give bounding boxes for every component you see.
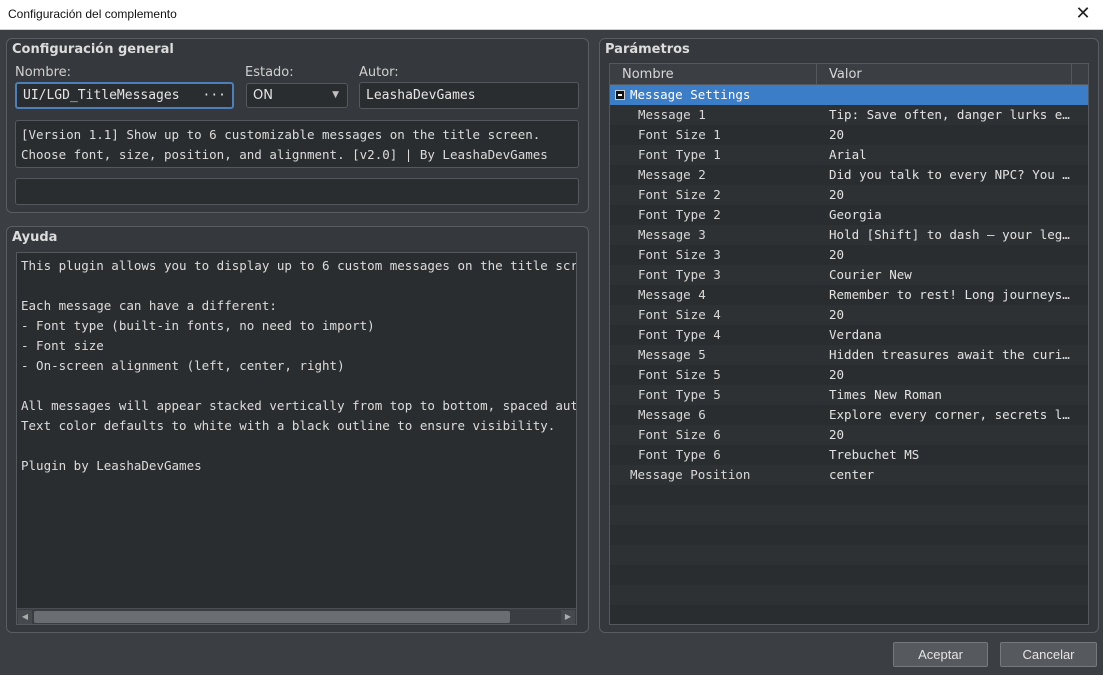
table-row[interactable]: Message 4 Remember to rest! Long journeys… [610,285,1088,305]
table-row[interactable]: Font Size 2 20 [610,185,1088,205]
param-value: Hold [Shift] to dash — your legs… [829,227,1071,242]
author-value: LeashaDevGames [366,88,476,103]
table-row-message-position[interactable]: Message Position center [610,465,1088,485]
param-value: 20 [829,427,845,442]
table-row[interactable]: Font Size 4 20 [610,305,1088,325]
param-value: Trebuchet MS [829,447,920,462]
table-row[interactable]: Font Size 5 20 [610,365,1088,385]
close-icon[interactable]: ✕ [1071,2,1095,26]
param-name: Font Size 4 [638,307,721,322]
param-value: Courier New [829,267,912,282]
param-value: Arial [829,147,867,162]
parameters-table[interactable]: Nombre Valor Message Settings Message 1 T… [609,63,1089,625]
cancel-button[interactable]: Cancelar [1000,642,1097,667]
param-value: 20 [829,367,845,382]
param-name: Font Type 3 [638,267,721,282]
param-name: Message 6 [638,407,706,422]
param-name: Font Type 1 [638,147,721,162]
group-row-message-settings[interactable]: Message Settings [610,85,1088,105]
status-select[interactable]: ON ▼ [246,83,348,108]
param-name: Font Type 5 [638,387,721,402]
param-value: Remember to rest! Long journeys … [829,287,1071,302]
param-name: Font Size 3 [638,247,721,262]
browse-button[interactable]: ··· [203,84,226,107]
param-value: Tip: Save often, danger lurks ev… [829,107,1071,122]
param-value: Explore every corner, secrets li… [829,407,1071,422]
table-row[interactable]: Message 3 Hold [Shift] to dash — your leg… [610,225,1088,245]
param-name: Message 4 [638,287,706,302]
help-title: Ayuda [12,230,58,245]
extra-field[interactable] [15,178,579,205]
param-name: Font Type 4 [638,327,721,342]
general-settings-title: Configuración general [12,42,174,57]
author-field[interactable]: LeashaDevGames [359,82,579,109]
name-value: UI/LGD_TitleMessages [23,88,180,103]
chevron-down-icon: ▼ [332,90,339,100]
table-row[interactable]: Font Type 2 Georgia [610,205,1088,225]
description-field[interactable]: [Version 1.1] Show up to 6 customizable … [15,120,579,168]
column-header-name[interactable]: Nombre [610,64,817,85]
scroll-left-icon[interactable]: ◀ [18,610,32,624]
param-value: Georgia [829,207,882,222]
param-name: Message Position [630,467,751,482]
name-field[interactable]: UI/LGD_TitleMessages ··· [15,82,234,109]
empty-row [610,485,1088,505]
param-value: center [829,467,875,482]
help-text: This plugin allows you to display up to … [21,258,577,473]
empty-row [610,585,1088,605]
param-name: Message 5 [638,347,706,362]
table-row[interactable]: Message 6 Explore every corner, secrets l… [610,405,1088,425]
window-title: Configuración del complemento [8,7,177,21]
param-name: Message 2 [638,167,706,182]
name-label: Nombre: [15,65,72,80]
column-header-value[interactable]: Valor [817,64,1072,85]
parameters-title: Parámetros [605,42,690,57]
table-row[interactable]: Font Type 1 Arial [610,145,1088,165]
param-name: Font Type 2 [638,207,721,222]
table-row[interactable]: Font Type 6 Trebuchet MS [610,445,1088,465]
status-value: ON [253,88,273,103]
empty-row [610,505,1088,525]
collapse-icon[interactable] [615,90,625,100]
empty-row [610,525,1088,545]
status-label: Estado: [245,65,294,80]
table-row[interactable]: Font Size 3 20 [610,245,1088,265]
table-row[interactable]: Font Type 3 Courier New [610,265,1088,285]
param-value: Verdana [829,327,882,342]
table-row[interactable]: Font Size 6 20 [610,425,1088,445]
param-name: Font Size 1 [638,127,721,142]
scroll-right-icon[interactable]: ▶ [561,610,575,624]
table-header: Nombre Valor [610,64,1088,85]
empty-row [610,565,1088,585]
empty-row [610,545,1088,565]
scrollbar-thumb[interactable] [34,611,510,623]
param-name: Font Size 6 [638,427,721,442]
param-name: Font Size 5 [638,367,721,382]
param-value: 20 [829,307,845,322]
empty-row [610,605,1088,624]
param-name: Font Size 2 [638,187,721,202]
param-value: 20 [829,127,845,142]
param-value: Hidden treasures await the curio… [829,347,1071,362]
table-row[interactable]: Message 2 Did you talk to every NPC? You … [610,165,1088,185]
param-value: Did you talk to every NPC? You m… [829,167,1071,182]
help-text-area[interactable]: This plugin allows you to display up to … [16,252,577,625]
param-value: 20 [829,247,845,262]
param-value: 20 [829,187,845,202]
table-row[interactable]: Font Type 4 Verdana [610,325,1088,345]
table-row[interactable]: Message 1 Tip: Save often, danger lurks e… [610,105,1088,125]
title-bar: Configuración del complemento ✕ [0,0,1103,30]
param-name: Message 3 [638,227,706,242]
accept-button[interactable]: Aceptar [893,642,988,667]
table-row[interactable]: Message 5 Hidden treasures await the curi… [610,345,1088,365]
param-value: Times New Roman [829,387,942,402]
table-body: Message Settings Message 1 Tip: Save ofte… [610,85,1088,624]
param-name: Font Type 6 [638,447,721,462]
group-label: Message Settings [630,87,751,102]
table-row[interactable]: Font Type 5 Times New Roman [610,385,1088,405]
table-row[interactable]: Font Size 1 20 [610,125,1088,145]
horizontal-scrollbar[interactable]: ◀ ▶ [17,608,576,624]
param-name: Message 1 [638,107,706,122]
author-label: Autor: [359,65,399,80]
